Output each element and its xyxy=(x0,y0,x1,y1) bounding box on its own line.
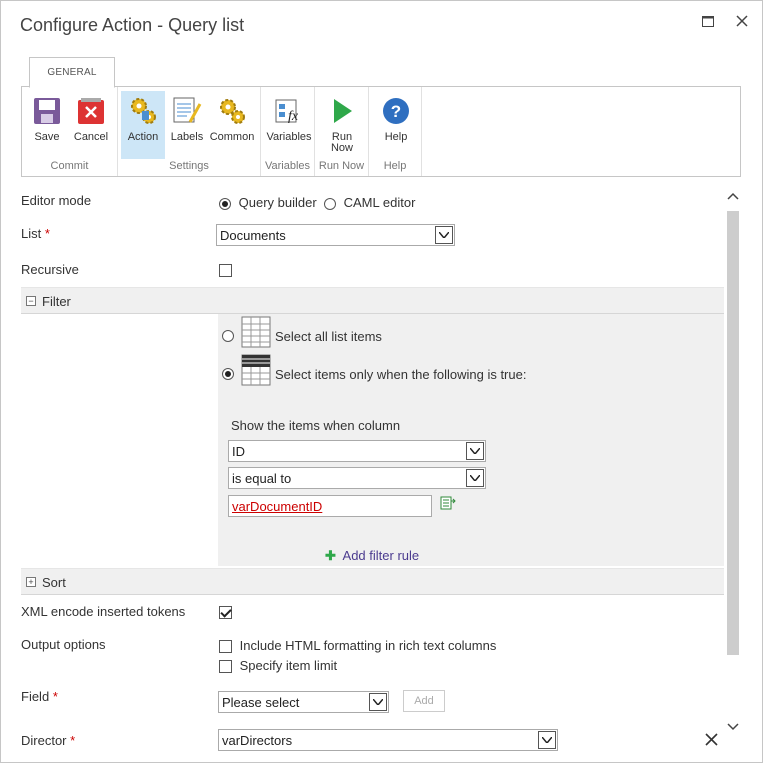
insert-reference-icon[interactable] xyxy=(440,496,456,513)
variables-button[interactable]: fx Variables xyxy=(265,91,313,159)
cancel-icon xyxy=(75,95,107,127)
variables-group: fx Variables Variables xyxy=(261,87,315,176)
svg-text:fx: fx xyxy=(288,109,299,124)
recursive-checkbox[interactable] xyxy=(219,264,232,277)
dialog-title: Configure Action - Query list xyxy=(20,15,245,35)
close-icon xyxy=(705,733,718,746)
settings-group: Action Labels Common Settings xyxy=(118,87,261,176)
chevron-down-icon xyxy=(466,442,484,460)
include-html-checkbox[interactable] xyxy=(219,640,232,654)
add-filter-rule-link[interactable]: ✚ Add filter rule xyxy=(325,548,419,564)
labels-icon xyxy=(171,95,203,127)
filter-section-header[interactable]: − Filter xyxy=(21,287,724,314)
add-field-button[interactable]: Add xyxy=(403,690,445,712)
chevron-down-icon xyxy=(538,731,556,749)
help-group: ? Help Help xyxy=(369,87,422,176)
xml-encode-checkbox[interactable] xyxy=(219,606,232,619)
help-group-label: Help xyxy=(383,160,407,172)
xml-encode-label: XML encode inserted tokens xyxy=(21,604,186,619)
action-button[interactable]: Action xyxy=(121,91,165,159)
maximize-button[interactable] xyxy=(698,11,718,31)
sort-section-header[interactable]: + Sort xyxy=(21,568,724,595)
director-label: Director * xyxy=(21,733,76,748)
caml-editor-radio[interactable] xyxy=(324,197,336,210)
run-now-group: Run Now Run Now xyxy=(315,87,369,176)
configure-action-dialog: Configure Action - Query list GENERAL Sa… xyxy=(0,0,763,763)
select-when-label: Select items only when the following is … xyxy=(275,367,527,382)
filter-value-input[interactable]: varDocumentID xyxy=(228,495,432,517)
show-items-when-label: Show the items when column xyxy=(231,418,401,433)
common-button[interactable]: Common xyxy=(210,91,254,159)
close-icon xyxy=(736,15,748,27)
chevron-down-icon xyxy=(369,693,387,711)
field-label: Field * xyxy=(21,689,58,704)
expand-icon: + xyxy=(26,577,36,587)
labels-button[interactable]: Labels xyxy=(165,91,209,159)
close-button[interactable] xyxy=(732,11,752,31)
form-scrollbar[interactable] xyxy=(724,187,741,747)
ribbon: Save Cancel Commit Action Labels Common … xyxy=(21,87,741,177)
query-builder-option[interactable]: Query builder xyxy=(219,195,317,210)
specify-limit-checkbox[interactable] xyxy=(219,660,232,674)
scroll-down-icon[interactable] xyxy=(727,723,739,735)
list-label: List * xyxy=(21,226,50,241)
run-now-group-label: Run Now xyxy=(318,160,365,172)
run-now-button[interactable]: Run Now xyxy=(320,91,364,159)
field-select[interactable]: Please select xyxy=(218,691,389,713)
tab-general[interactable]: GENERAL xyxy=(29,57,115,88)
remove-director-button[interactable] xyxy=(705,733,718,749)
select-when-radio[interactable] xyxy=(222,368,234,380)
action-gears-icon xyxy=(127,95,159,127)
chevron-down-icon xyxy=(466,469,484,487)
filtered-table-icon xyxy=(241,354,271,389)
settings-group-label: Settings xyxy=(169,160,209,172)
specify-limit-option[interactable]: Specify item limit xyxy=(219,658,337,674)
query-builder-radio[interactable] xyxy=(219,197,231,210)
include-html-option[interactable]: Include HTML formatting in rich text col… xyxy=(219,638,496,654)
list-table-icon xyxy=(241,316,271,351)
list-select[interactable]: Documents xyxy=(216,224,455,246)
chevron-down-icon xyxy=(435,226,453,244)
maximize-icon xyxy=(702,15,714,27)
commit-group-label: Commit xyxy=(50,160,89,172)
save-icon xyxy=(31,95,63,127)
scroll-up-icon[interactable] xyxy=(727,192,739,204)
play-icon xyxy=(326,95,358,127)
plus-icon: ✚ xyxy=(325,548,336,563)
select-all-radio[interactable] xyxy=(222,330,234,342)
recursive-label: Recursive xyxy=(21,262,79,277)
scroll-thumb[interactable] xyxy=(727,211,739,655)
director-select[interactable]: varDirectors xyxy=(218,729,558,751)
filter-panel: Select all list items Select items only … xyxy=(218,314,724,566)
editor-mode-label: Editor mode xyxy=(21,193,92,208)
help-button[interactable]: ? Help xyxy=(374,91,418,159)
action-form: Editor mode Query builder CAML editor Li… xyxy=(21,181,724,761)
column-select[interactable]: ID xyxy=(228,440,486,462)
svg-text:?: ? xyxy=(391,102,401,121)
variables-fx-icon: fx xyxy=(273,95,305,127)
cancel-button[interactable]: Cancel xyxy=(69,91,113,159)
variables-group-label: Variables xyxy=(264,160,311,172)
help-icon: ? xyxy=(380,95,412,127)
output-options-label: Output options xyxy=(21,637,106,652)
operator-select[interactable]: is equal to xyxy=(228,467,486,489)
save-button[interactable]: Save xyxy=(25,91,69,159)
ribbon-tabs: GENERAL xyxy=(21,57,741,88)
caml-editor-option[interactable]: CAML editor xyxy=(324,195,415,210)
common-gears-icon xyxy=(216,95,248,127)
collapse-icon: − xyxy=(26,296,36,306)
select-all-label: Select all list items xyxy=(275,329,382,344)
commit-group: Save Cancel Commit xyxy=(22,87,118,176)
